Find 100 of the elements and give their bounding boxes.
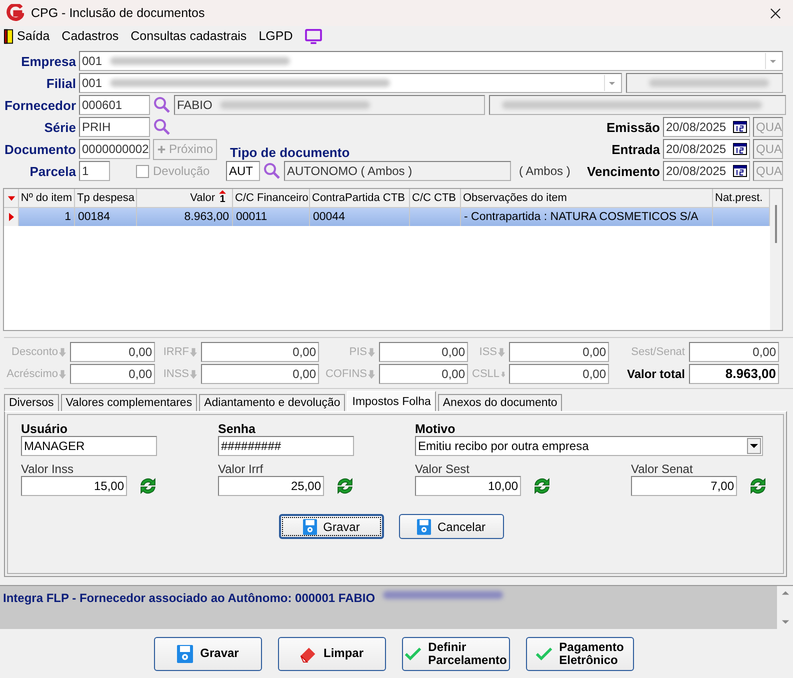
total-label: Desconto — [4, 346, 66, 358]
calendar-icon[interactable] — [733, 121, 747, 133]
amount-field[interactable]: 25,00 — [218, 476, 324, 496]
menu-arrow-icon[interactable] — [6, 193, 16, 203]
field-label: Motivo — [415, 422, 456, 436]
footer-button[interactable]: Gravar — [154, 636, 262, 670]
field-label: Valor Irrf — [218, 462, 264, 476]
total-label: PIS — [323, 346, 375, 358]
section-label: Tipo de documento — [230, 145, 350, 160]
tab[interactable]: Anexos do documento — [438, 394, 562, 411]
calendar-icon[interactable] — [733, 165, 747, 177]
table-cell: 1 — [19, 208, 75, 226]
action-button[interactable]: Cancelar — [399, 514, 504, 539]
field-label: Valor Sest — [415, 462, 470, 476]
column-header[interactable]: ContraPartida CTB — [310, 189, 410, 207]
scroll-down-icon[interactable] — [780, 619, 790, 625]
column-header[interactable]: Observações do item — [461, 189, 713, 207]
footer-button[interactable]: Pagamento Eletrônico — [526, 636, 634, 670]
table-row[interactable]: 1 00184 8.963,00 00011 00044 - Contrapartida : NATURA COSMETICOS S/A — [4, 208, 770, 226]
amount-field[interactable]: 0,00 — [689, 342, 779, 362]
document-type-field[interactable]: AUT — [226, 161, 260, 181]
menu-item[interactable]: Saída — [17, 29, 50, 43]
type-note: ( Ambos ) — [519, 164, 570, 178]
series-field[interactable]: PRIH — [79, 117, 150, 137]
sort-arrow-icon — [219, 190, 226, 194]
search-icon[interactable] — [153, 118, 171, 136]
calendar-icon[interactable] — [733, 143, 747, 155]
user-field[interactable]: MANAGER — [21, 436, 157, 456]
company-field[interactable]: 001 — [79, 51, 783, 71]
amount-field[interactable]: 0,00 — [70, 364, 155, 384]
menu-item[interactable]: Consultas cadastrais — [130, 29, 247, 43]
row-pointer-icon — [6, 212, 16, 222]
monitor-icon[interactable] — [304, 28, 322, 44]
scrollbar-thumb[interactable] — [775, 205, 777, 243]
amount-field[interactable]: 0,00 — [379, 342, 468, 362]
column-header[interactable]: Valor 1 — [137, 189, 233, 207]
table-cell: 00184 — [75, 208, 137, 226]
tab[interactable]: Impostos Folha — [347, 391, 436, 411]
amount-field[interactable]: 15,00 — [21, 476, 127, 496]
weekday-field: QUA — [753, 161, 783, 181]
password-field[interactable]: ######### — [218, 436, 354, 456]
total-label: INSS — [159, 368, 197, 380]
status-message: Integra FLP - Fornecedor associado ao Autônomo: 000001 FABIO — [3, 591, 376, 605]
plus-icon — [156, 144, 166, 154]
amount-field[interactable]: 0,00 — [70, 342, 155, 362]
menu-item[interactable]: LGPD — [258, 29, 293, 43]
field-label: Valor Inss — [21, 462, 74, 476]
reason-dropdown[interactable]: Emitiu recibo por outra empresa — [415, 436, 763, 456]
scrollbar[interactable] — [777, 586, 793, 629]
amount-field[interactable]: 0,00 — [509, 364, 609, 384]
document-type-name-field: AUTONOMO ( Ambos ) — [284, 161, 511, 181]
tab[interactable]: Valores complementares — [60, 394, 198, 411]
dropdown-icon[interactable] — [747, 438, 761, 454]
supplier-name-field: FABIO — [174, 95, 485, 115]
scroll-up-icon[interactable] — [780, 590, 790, 596]
amount-field[interactable]: 8.963,00 — [689, 364, 779, 384]
amount-field[interactable]: 7,00 — [631, 476, 737, 496]
refresh-icon[interactable] — [335, 476, 355, 496]
footer-button[interactable]: Limpar — [278, 636, 386, 670]
supplier-code-field[interactable]: 000601 — [79, 95, 150, 115]
search-icon[interactable] — [153, 96, 171, 114]
refresh-icon[interactable] — [138, 476, 158, 496]
field-label: Usuário — [21, 422, 69, 436]
footer-button[interactable]: Definir Parcelamento — [402, 636, 510, 670]
table-cell: - Contrapartida : NATURA COSMETICOS S/A — [461, 208, 713, 226]
column-header[interactable]: Nº do item — [19, 189, 75, 207]
amount-field[interactable]: 0,00 — [509, 342, 609, 362]
refresh-icon[interactable] — [748, 476, 768, 496]
column-header[interactable]: C/C Financeiro — [233, 189, 310, 207]
checkmark-icon — [535, 644, 554, 662]
date-field[interactable]: 20/08/2025 — [663, 139, 750, 159]
close-icon[interactable] — [770, 8, 781, 18]
amount-field[interactable]: 10,00 — [415, 476, 521, 496]
door-icon[interactable] — [4, 28, 13, 44]
amount-field[interactable]: 0,00 — [201, 364, 319, 384]
amount-field[interactable]: 0,00 — [201, 342, 319, 362]
installment-field[interactable]: 1 — [79, 161, 110, 181]
field-label: Empresa — [20, 54, 76, 68]
checkmark-icon — [404, 644, 422, 662]
column-header[interactable]: Tp despesa — [75, 189, 137, 207]
field-label: Valor Senat — [631, 462, 694, 476]
document-field[interactable]: 0000000002 — [79, 139, 150, 159]
tab[interactable]: Adiantamento e devolução — [199, 394, 346, 411]
total-label: CSLL — [472, 368, 505, 380]
tab[interactable]: Diversos — [4, 394, 59, 411]
field-label: Senha — [218, 422, 257, 436]
menu-item[interactable]: Cadastros — [62, 29, 119, 43]
amount-field[interactable]: 0,00 — [379, 364, 468, 384]
date-field[interactable]: 20/08/2025 — [663, 117, 750, 137]
search-icon[interactable] — [263, 162, 281, 180]
date-field[interactable]: 20/08/2025 — [663, 161, 750, 181]
field-label: Fornecedor — [3, 98, 76, 112]
table-cell: 00011 — [233, 208, 310, 226]
column-header[interactable]: C/C CTB — [410, 189, 461, 207]
total-label: ISS — [472, 346, 505, 358]
field-label: Filial — [45, 76, 76, 90]
logo-icon — [6, 4, 24, 22]
refresh-icon[interactable] — [532, 476, 552, 496]
branch-field[interactable]: 001 — [79, 73, 622, 93]
action-button[interactable]: Gravar — [279, 514, 384, 539]
